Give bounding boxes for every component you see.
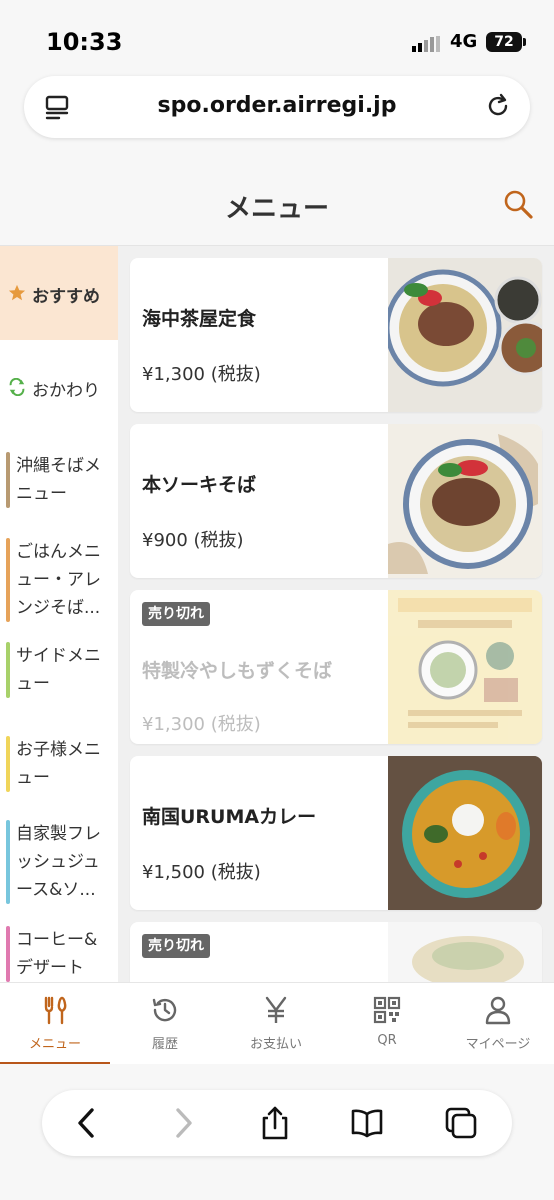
menu-item-price: ¥1,300 (税抜) xyxy=(142,714,261,735)
battery-indicator: 72 xyxy=(486,32,526,52)
tab-menu-label: メニュー xyxy=(28,1037,81,1052)
back-icon[interactable] xyxy=(70,1106,104,1140)
menu-item-card[interactable]: 本ソーキそば ¥900 (税抜) xyxy=(130,424,542,578)
category-coffee-dessert[interactable]: コーヒー&デザート xyxy=(6,926,114,982)
tab-menu[interactable]: メニュー xyxy=(0,983,110,1065)
menu-item-price: ¥1,300 (税抜) xyxy=(142,364,261,385)
browser-toolbar-pill xyxy=(42,1090,512,1156)
browser-address-area: spo.order.airregi.jp xyxy=(0,70,554,162)
category-recommended[interactable]: おすすめ xyxy=(0,246,118,340)
tab-payment-label: お支払い xyxy=(249,1037,302,1052)
menu-item-name: 本ソーキそば xyxy=(142,474,257,496)
menu-item-card-soldout[interactable]: 売り切れ xyxy=(130,922,542,982)
menu-list: 海中茶屋定食 ¥1,300 (税抜) 本ソーキそば ¥900 (税抜) 売り切れ… xyxy=(118,246,554,982)
tab-payment[interactable]: お支払い xyxy=(221,983,331,1065)
signal-icon xyxy=(412,36,440,52)
soldout-badge: 売り切れ xyxy=(142,934,210,958)
category-sidebar: おすすめ おかわり 沖縄そばメニュー ごはんメニュー・アレンジそば... サイド… xyxy=(0,246,118,982)
tabs-icon[interactable] xyxy=(444,1106,478,1140)
menu-item-card[interactable]: 南国URUMAカレー ¥1,500 (税抜) xyxy=(130,756,542,910)
tab-history[interactable]: 履歴 xyxy=(110,983,220,1065)
star-icon xyxy=(8,284,26,301)
menu-item-image xyxy=(388,590,542,744)
status-bar: 10:33 4G 72 xyxy=(0,0,554,70)
tab-qr-label: QR xyxy=(377,1033,397,1048)
category-refill[interactable]: おかわり xyxy=(0,340,118,434)
bottom-tab-bar: メニュー 履歴 お支払い QR マイページ xyxy=(0,982,554,1065)
page-title: メニュー xyxy=(224,194,329,224)
qr-icon xyxy=(373,996,401,1024)
menu-item-image xyxy=(388,424,542,578)
browser-toolbar xyxy=(0,1064,554,1200)
category-refill-label: おかわり xyxy=(32,381,100,401)
menu-item-image xyxy=(388,922,542,982)
category-recommended-label: おすすめ xyxy=(32,287,100,307)
url-text[interactable]: spo.order.airregi.jp xyxy=(24,93,530,118)
category-kids-menu[interactable]: お子様メニュー xyxy=(6,736,114,792)
menu-item-name: 南国URUMAカレー xyxy=(142,806,317,828)
forward-icon[interactable] xyxy=(166,1106,200,1140)
soldout-badge: 売り切れ xyxy=(142,602,210,626)
tab-mypage-label: マイページ xyxy=(465,1037,531,1052)
network-type: 4G xyxy=(450,31,478,52)
share-icon[interactable] xyxy=(258,1106,292,1140)
utensils-icon xyxy=(44,996,67,1025)
history-icon xyxy=(152,998,177,1022)
reload-icon[interactable] xyxy=(484,92,512,120)
menu-item-card[interactable]: 海中茶屋定食 ¥1,300 (税抜) xyxy=(130,258,542,412)
tab-mypage[interactable]: マイページ xyxy=(443,983,553,1065)
address-bar[interactable]: spo.order.airregi.jp xyxy=(24,76,530,138)
menu-item-image xyxy=(388,756,542,910)
search-icon[interactable] xyxy=(502,188,534,220)
category-fresh-juice[interactable]: 自家製フレッシュジュース&ソ... xyxy=(6,820,114,904)
person-icon xyxy=(485,996,511,1025)
bookmarks-icon[interactable] xyxy=(350,1106,384,1140)
menu-item-price: ¥1,500 (税抜) xyxy=(142,862,261,883)
menu-item-card-soldout[interactable]: 売り切れ 特製冷やしもずくそば ¥1,300 (税抜) xyxy=(130,590,542,744)
tab-history-label: 履歴 xyxy=(151,1037,178,1052)
refill-icon xyxy=(9,378,25,396)
menu-item-name: 海中茶屋定食 xyxy=(142,308,257,330)
category-rice-arrange[interactable]: ごはんメニュー・アレンジそば... xyxy=(6,538,114,622)
status-time: 10:33 xyxy=(46,28,123,56)
menu-item-price: ¥900 (税抜) xyxy=(142,530,244,551)
page-header: メニュー xyxy=(0,162,554,246)
tab-qr[interactable]: QR xyxy=(332,983,442,1065)
yen-icon xyxy=(265,996,287,1023)
menu-item-name: 特製冷やしもずくそば xyxy=(142,660,333,682)
category-side-menu[interactable]: サイドメニュー xyxy=(6,642,114,698)
category-okinawa-soba[interactable]: 沖縄そばメニュー xyxy=(6,452,114,508)
menu-item-image xyxy=(388,258,542,412)
